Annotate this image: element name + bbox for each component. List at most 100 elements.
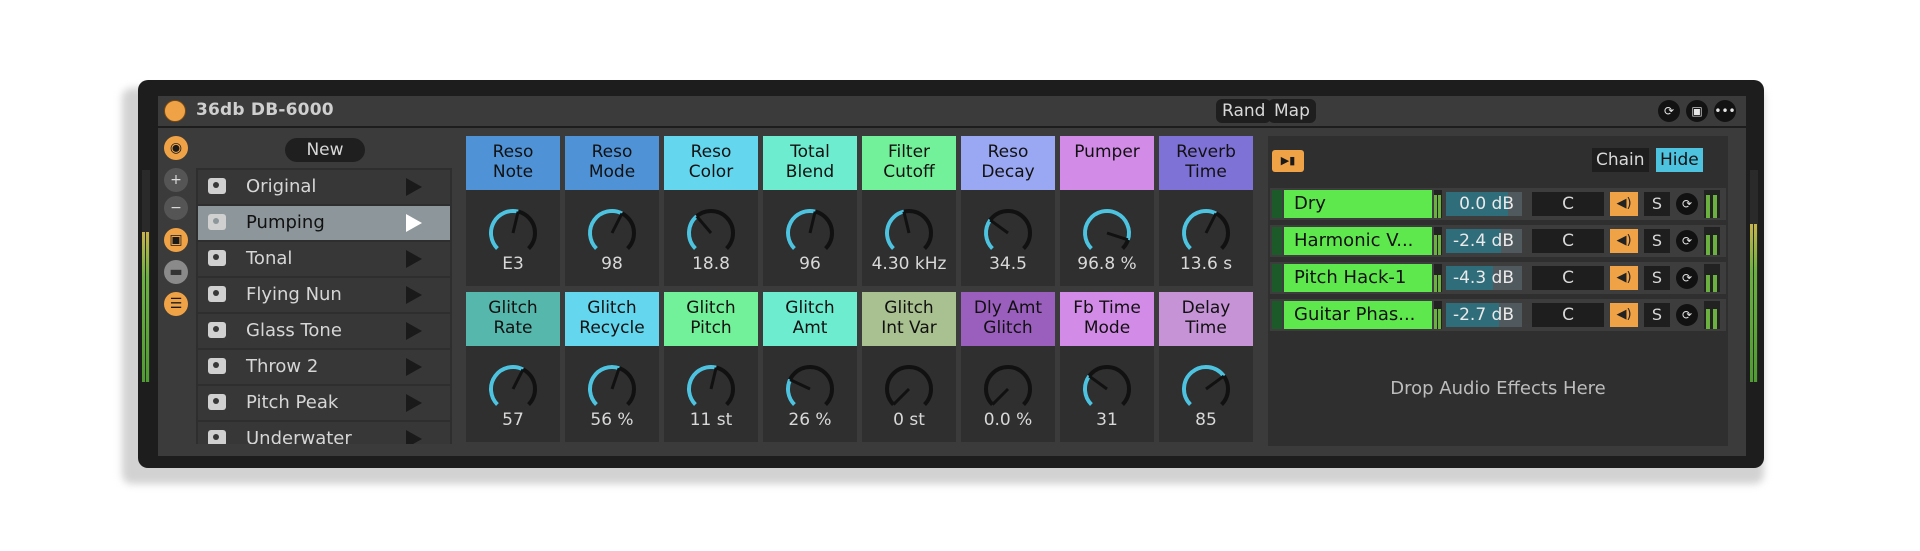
macro-knob-panel[interactable]: Glitch Int Var 0 st (862, 292, 956, 442)
camera-icon[interactable] (208, 214, 226, 230)
chain-pan[interactable]: C (1532, 192, 1604, 216)
speaker-icon[interactable]: ◀) (1610, 192, 1638, 216)
variation-item[interactable]: Pitch Peak (198, 386, 450, 420)
chain-link-icon[interactable]: ⟳ (1676, 193, 1698, 215)
variation-item[interactable]: Glass Tone (198, 314, 450, 348)
speaker-icon[interactable]: ◀) (1610, 266, 1638, 290)
camera-icon[interactable] (208, 358, 226, 374)
rand-button[interactable]: Rand (1216, 99, 1272, 123)
play-icon[interactable] (406, 394, 422, 412)
variation-item[interactable]: Pumping (198, 206, 450, 240)
play-icon[interactable] (406, 250, 422, 268)
chain-link-icon[interactable]: ⟳ (1676, 267, 1698, 289)
knob-dial[interactable] (1179, 362, 1233, 416)
map-button[interactable]: Map (1268, 99, 1316, 123)
play-icon[interactable] (406, 214, 422, 232)
solo-button[interactable]: S (1644, 303, 1670, 327)
chain-activator[interactable] (1272, 264, 1282, 292)
macro-knob-panel[interactable]: Glitch Recycle 56 % (565, 292, 659, 442)
chain-name[interactable]: Guitar Phas... (1284, 301, 1432, 329)
knob-dial[interactable] (1179, 206, 1233, 260)
knob-dial[interactable] (684, 206, 738, 260)
knob-dial[interactable] (486, 362, 540, 416)
macro-knob-panel[interactable]: Glitch Rate 57 (466, 292, 560, 442)
macro-knob-panel[interactable]: Fb Time Mode 31 (1060, 292, 1154, 442)
variations-camera-icon[interactable]: ▣ (164, 228, 188, 252)
chain-row[interactable]: Dry 0.0 dB C ◀) S ⟳ (1270, 188, 1726, 220)
knob-dial[interactable] (783, 206, 837, 260)
camera-icon[interactable] (208, 250, 226, 266)
chain-pan[interactable]: C (1532, 229, 1604, 253)
camera-icon[interactable] (208, 394, 226, 410)
macro-knob-panel[interactable]: Reso Decay 34.5 (961, 136, 1055, 286)
chain-name[interactable]: Harmonic V... (1284, 227, 1432, 255)
play-icon[interactable] (406, 430, 422, 444)
play-icon[interactable] (406, 322, 422, 340)
macro-knob-panel[interactable]: Total Blend 96 (763, 136, 857, 286)
knob-dial[interactable] (981, 206, 1035, 260)
knob-dial[interactable] (882, 206, 936, 260)
chain-row[interactable]: Harmonic V... -2.4 dB C ◀) S ⟳ (1270, 225, 1726, 257)
variation-item[interactable]: Underwater (198, 422, 450, 444)
macro-knob-panel[interactable]: Glitch Amt 26 % (763, 292, 857, 442)
knob-dial[interactable] (486, 206, 540, 260)
speaker-icon[interactable]: ◀) (1610, 303, 1638, 327)
knob-dial[interactable] (981, 362, 1035, 416)
chain-row[interactable]: Guitar Phas... -2.7 dB C ◀) S ⟳ (1270, 299, 1726, 331)
hide-toggle-button[interactable]: Hide (1656, 148, 1703, 172)
solo-button[interactable]: S (1644, 192, 1670, 216)
chain-row[interactable]: Pitch Hack-1 -4.3 dB C ◀) S ⟳ (1270, 262, 1726, 294)
chain-volume[interactable]: -2.4 dB (1446, 229, 1522, 253)
macro-knob-panel[interactable]: Filter Cutoff 4.30 kHz (862, 136, 956, 286)
speaker-icon[interactable]: ◀) (1610, 229, 1638, 253)
macro-knob-panel[interactable]: Delay Time 85 (1159, 292, 1253, 442)
refresh-icon[interactable]: ⟳ (1658, 100, 1680, 122)
solo-button[interactable]: S (1644, 266, 1670, 290)
knob-dial[interactable] (882, 362, 936, 416)
chain-pan[interactable]: C (1532, 303, 1604, 327)
chain-list-icon[interactable]: ☰ (164, 292, 188, 316)
chain-activator[interactable] (1272, 227, 1282, 255)
camera-icon[interactable] (208, 322, 226, 338)
play-icon[interactable] (406, 286, 422, 304)
new-variation-button[interactable]: New (285, 138, 365, 162)
chain-volume[interactable]: -4.3 dB (1446, 266, 1522, 290)
chain-link-icon[interactable]: ⟳ (1676, 230, 1698, 252)
play-icon[interactable] (406, 358, 422, 376)
chain-volume[interactable]: 0.0 dB (1446, 192, 1522, 216)
save-icon[interactable]: ▣ (1686, 100, 1708, 122)
solo-button[interactable]: S (1644, 229, 1670, 253)
variation-item[interactable]: Tonal (198, 242, 450, 276)
remove-macro-icon[interactable]: − (164, 196, 188, 220)
chain-toggle-button[interactable]: Chain (1592, 148, 1649, 172)
macro-knob-panel[interactable]: Pumper 96.8 % (1060, 136, 1154, 286)
variation-item[interactable]: Original (198, 170, 450, 204)
chain-activator[interactable] (1272, 301, 1282, 329)
device-power-button[interactable] (164, 100, 186, 122)
chain-name[interactable]: Pitch Hack-1 (1284, 264, 1432, 292)
play-icon[interactable] (406, 178, 422, 196)
macro-view-icon[interactable]: ◉ (164, 136, 188, 160)
more-options-icon[interactable]: ••• (1714, 100, 1736, 122)
macro-knob-panel[interactable]: Dly Amt Glitch 0.0 % (961, 292, 1055, 442)
chain-activator[interactable] (1272, 190, 1282, 218)
macro-knob-panel[interactable]: Glitch Pitch 11 st (664, 292, 758, 442)
chain-play-icon[interactable]: ▶▮ (1272, 150, 1304, 172)
knob-dial[interactable] (1080, 206, 1134, 260)
camera-icon[interactable] (208, 430, 226, 444)
chain-link-icon[interactable]: ⟳ (1676, 304, 1698, 326)
variation-item[interactable]: Throw 2 (198, 350, 450, 384)
variation-item[interactable]: Flying Nun (198, 278, 450, 312)
chain-pan[interactable]: C (1532, 266, 1604, 290)
knob-dial[interactable] (585, 206, 639, 260)
mapping-icon[interactable]: ▬ (164, 260, 188, 284)
macro-knob-panel[interactable]: Reso Note E3 (466, 136, 560, 286)
knob-dial[interactable] (1080, 362, 1134, 416)
chain-volume[interactable]: -2.7 dB (1446, 303, 1522, 327)
knob-dial[interactable] (585, 362, 639, 416)
camera-icon[interactable] (208, 178, 226, 194)
add-macro-icon[interactable]: + (164, 168, 188, 192)
camera-icon[interactable] (208, 286, 226, 302)
chain-name[interactable]: Dry (1284, 190, 1432, 218)
macro-knob-panel[interactable]: Reso Mode 98 (565, 136, 659, 286)
